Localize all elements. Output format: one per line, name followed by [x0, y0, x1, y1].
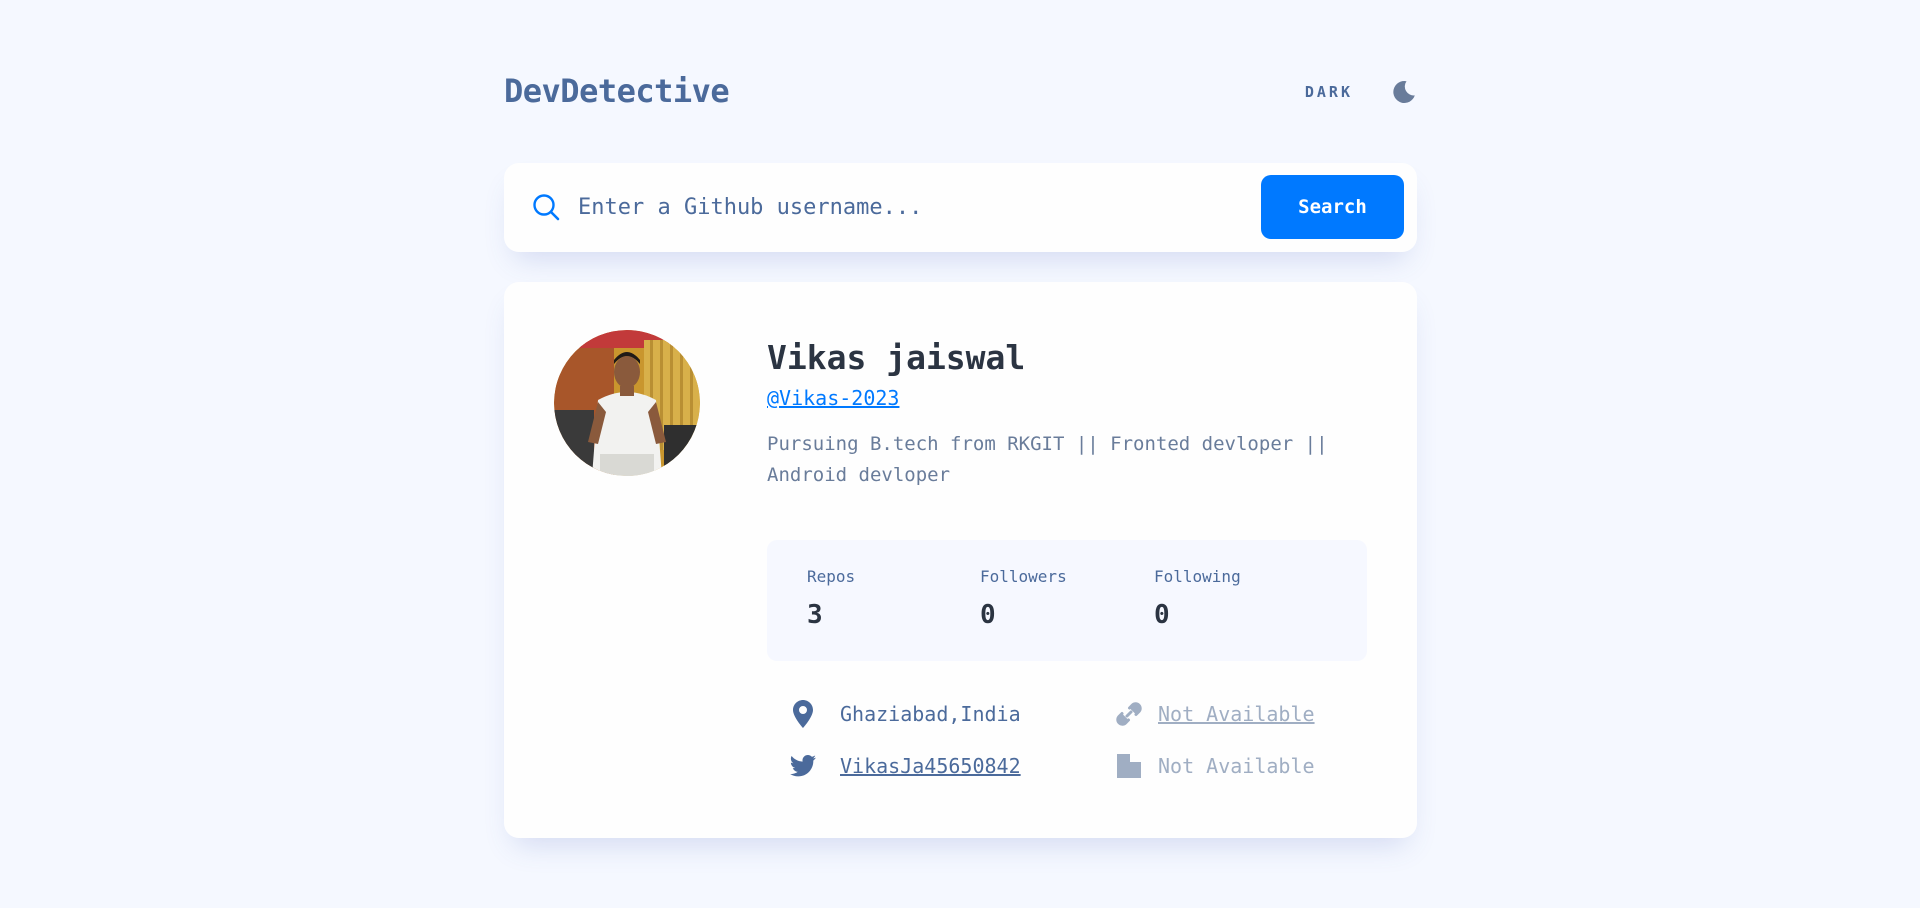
stat-following: Following 0 — [1154, 567, 1324, 631]
website-link[interactable]: Not Available — [1158, 702, 1315, 726]
company-text: Not Available — [1158, 754, 1315, 778]
profile-info: Vikas jaiswal @Vikas-2023 Pursuing B.tec… — [767, 334, 1367, 491]
stat-label: Repos — [807, 567, 856, 586]
stat-repos: Repos 3 — [807, 567, 977, 631]
stat-value: 3 — [807, 600, 823, 630]
stat-value: 0 — [1154, 600, 1170, 630]
avatar — [554, 330, 700, 476]
twitter-link[interactable]: VikasJa45650842 — [840, 754, 1021, 778]
search-bar: Search — [504, 163, 1417, 252]
profile-name: Vikas jaiswal — [767, 338, 1026, 377]
search-input[interactable] — [578, 185, 1198, 229]
stat-label: Following — [1154, 567, 1241, 586]
location-item: Ghaziabad,India — [789, 697, 1021, 731]
profile-login-link[interactable]: @Vikas-2023 — [767, 384, 899, 412]
theme-toggle-button[interactable]: DARK — [1305, 70, 1417, 114]
search-button[interactable]: Search — [1261, 175, 1404, 239]
twitter-icon — [790, 755, 816, 777]
theme-toggle-label[interactable]: DARK — [1305, 83, 1353, 101]
location-pin-icon — [793, 700, 813, 728]
website-item: Not Available — [1115, 697, 1315, 731]
stat-label: Followers — [980, 567, 1067, 586]
company-building-icon — [1117, 754, 1141, 778]
moon-icon[interactable] — [1389, 78, 1417, 106]
stat-followers: Followers 0 — [980, 567, 1150, 631]
stats-panel: Repos 3 Followers 0 Following 0 — [767, 540, 1367, 661]
profile-card: Vikas jaiswal @Vikas-2023 Pursuing B.tec… — [504, 282, 1417, 838]
search-icon — [533, 194, 560, 221]
company-item: Not Available — [1115, 749, 1315, 783]
app-header: DevDetective DARK — [504, 70, 1417, 120]
stat-value: 0 — [980, 600, 996, 630]
profile-links: Ghaziabad,India Not Available VikasJa456… — [767, 696, 1367, 806]
profile-bio: Pursuing B.tech from RKGIT || Fronted de… — [767, 433, 1328, 486]
link-icon — [1116, 702, 1142, 726]
location-text: Ghaziabad,India — [840, 702, 1021, 726]
app-logo: DevDetective — [504, 72, 730, 110]
twitter-item: VikasJa45650842 — [789, 749, 1021, 783]
